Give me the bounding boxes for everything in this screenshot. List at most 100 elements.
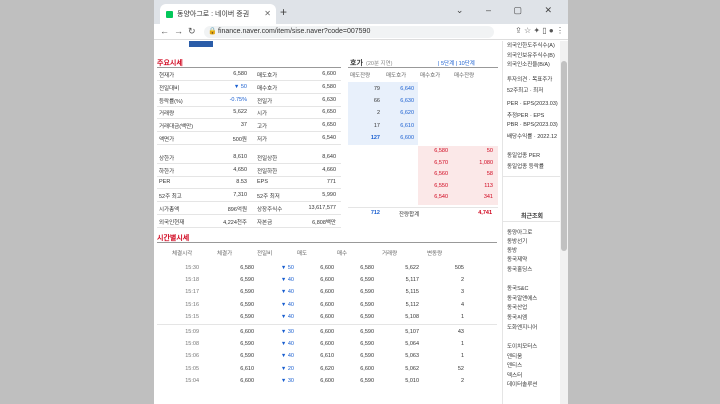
timeseries-cell: ▼ 40 bbox=[280, 341, 294, 348]
ask-price: 6,640 bbox=[400, 86, 414, 92]
summary-value: 5,990 bbox=[322, 192, 336, 199]
timeseries-cell: 15:08 bbox=[185, 341, 199, 348]
timeseries-cell: 6,580 bbox=[360, 265, 374, 271]
recent-item-link[interactable]: 동국산업 bbox=[507, 303, 527, 311]
recent-item-link[interactable]: 데이터솔루션 bbox=[507, 380, 537, 388]
row-divider bbox=[157, 226, 341, 228]
timeseries-cell: 6,590 bbox=[360, 377, 374, 384]
sidebar-stat-label[interactable]: 추정PER · EPS bbox=[507, 111, 544, 119]
summary-value: 500원 bbox=[232, 137, 247, 143]
timeseries-cell: 5,108 bbox=[405, 313, 419, 320]
timeseries-cell: 6,600 bbox=[360, 365, 374, 372]
sidebar-stat-label[interactable]: 외국인한도주식수(A) bbox=[507, 41, 555, 49]
timeseries-header: 전일비 bbox=[257, 251, 273, 257]
recent-item-link[interactable]: 동양아그로 bbox=[507, 228, 532, 236]
summary-label: 전일가 bbox=[257, 98, 273, 105]
lock-icon: 🔒 bbox=[208, 28, 217, 35]
bid-price: 6,540 bbox=[434, 194, 448, 201]
timeseries-cell: ▼ 40 bbox=[280, 277, 294, 284]
timeseries-header: 매도 bbox=[297, 251, 308, 257]
forward-icon[interactable]: → bbox=[174, 26, 183, 36]
timeseries-cell: 5,064 bbox=[405, 341, 419, 348]
page-scrollbar[interactable] bbox=[560, 41, 568, 404]
timeseries-cell: ▼ 40 bbox=[280, 301, 294, 308]
bid-price: 6,550 bbox=[434, 182, 448, 189]
recent-item-link[interactable]: 동국제약 bbox=[507, 255, 527, 263]
summary-label: 52주 최고 bbox=[159, 194, 182, 201]
timeseries-cell: 6,600 bbox=[320, 329, 334, 335]
summary-value: 6,600 bbox=[322, 71, 336, 77]
recent-item-link[interactable]: 도이치모터스 bbox=[507, 342, 537, 350]
timeseries-cell: 6,600 bbox=[320, 313, 334, 320]
timeseries-cell: 6,600 bbox=[320, 341, 334, 348]
recent-item-link[interactable]: 덴티움 bbox=[507, 352, 522, 360]
row-divider bbox=[157, 105, 341, 107]
timeseries-cell: 3 bbox=[460, 289, 464, 296]
timeseries-cell: 43 bbox=[457, 329, 464, 335]
page-content: 주요시세 현재가 6,580 매도호가 6,600 전일대비 ▼ 50 매수호가 6,580 등… bbox=[154, 41, 560, 404]
summary-label: 현재가 bbox=[159, 73, 175, 79]
sidebar-stat-label[interactable]: 투자의견 · 목표주가 bbox=[507, 75, 552, 83]
sidebar-stat-label[interactable]: 외국인보유주식수(B) bbox=[507, 51, 555, 59]
sidebar-stat-label[interactable]: 배당수익률 · 2022.12 bbox=[507, 132, 557, 140]
summary-label: 52주 최저 bbox=[257, 194, 280, 201]
bid-quantity: 1,080 bbox=[479, 159, 493, 166]
address-bar[interactable]: 🔒 finance.naver.com/item/sise.naver?code… bbox=[204, 26, 494, 38]
timeseries-cell: 6,590 bbox=[360, 329, 374, 335]
toolbar-icons[interactable]: ⇪ ☆ ✦ ▯ ● ⋮ bbox=[515, 26, 564, 35]
row-divider bbox=[157, 201, 341, 203]
sidebar-stat-label[interactable]: 동일업종 PER bbox=[507, 151, 540, 159]
new-tab-icon[interactable]: + bbox=[280, 5, 287, 19]
timeseries-cell: 52 bbox=[457, 365, 464, 372]
naver-favicon-icon bbox=[166, 10, 173, 18]
close-tab-icon[interactable]: ✕ bbox=[264, 9, 271, 18]
timeseries-cell: 6,590 bbox=[240, 313, 254, 320]
sidebar-stat-label[interactable]: PBR · BPS(2023.03) bbox=[507, 122, 558, 128]
bid-quantity: 113 bbox=[484, 182, 493, 189]
sidebar-stat-label[interactable]: 동일업종 등락률 bbox=[507, 162, 544, 170]
summary-value: ▼ 50 bbox=[233, 83, 247, 90]
back-icon[interactable]: ← bbox=[160, 26, 169, 36]
timeseries-cell: ▼ 30 bbox=[280, 377, 294, 384]
summary-value: 6,650 bbox=[322, 109, 336, 116]
ask-quantity: 17 bbox=[373, 122, 380, 129]
recent-item-link[interactable]: 동방 bbox=[507, 246, 517, 254]
scrollbar-thumb[interactable] bbox=[561, 61, 567, 251]
recent-item-link[interactable]: 동국알앤에스 bbox=[507, 294, 537, 302]
timeseries-cell: 5,117 bbox=[405, 277, 419, 284]
summary-value: 771 bbox=[326, 179, 336, 186]
ask-price: 6,600 bbox=[400, 134, 414, 141]
recent-item-link[interactable]: 덴티스 bbox=[507, 361, 522, 369]
timeseries-cell: 15:30 bbox=[185, 265, 199, 271]
sidebar-stat-label[interactable]: PER · EPS(2023.03) bbox=[507, 101, 558, 107]
timeseries-cell: 15:06 bbox=[185, 353, 199, 360]
orderbook-header: 매수호가 bbox=[420, 73, 441, 79]
recent-item-link[interactable]: 도화엔지니어 bbox=[507, 323, 537, 331]
orderbook-depth-links[interactable]: | 5단계 | 10단계 bbox=[438, 59, 475, 67]
total-ask: 712 bbox=[370, 210, 380, 216]
summary-label: 시가총액 bbox=[159, 207, 180, 213]
reload-icon[interactable]: ↻ bbox=[188, 26, 196, 37]
summary-label: 저가 bbox=[257, 137, 268, 143]
timeseries-cell: 6,590 bbox=[240, 353, 254, 360]
timeseries-cell: 5,112 bbox=[405, 301, 419, 308]
timeseries-cell: ▼ 40 bbox=[280, 313, 294, 320]
recent-item-link[interactable]: 동국S&C bbox=[507, 284, 528, 292]
orderbook-divider bbox=[348, 207, 498, 208]
summary-label: 자본금 bbox=[257, 219, 273, 226]
browser-tab[interactable]: 동양아그로 : 네이버 증권 ✕ bbox=[160, 4, 276, 24]
sidebar-stat-label[interactable]: 52주최고 · 최저 bbox=[507, 86, 543, 94]
window-controls[interactable]: ⌄ – ▢ ✕ bbox=[456, 5, 562, 16]
recent-item-link[interactable]: 덱스터 bbox=[507, 371, 522, 379]
summary-label: 전일대비 bbox=[159, 85, 180, 92]
recent-item-link[interactable]: 동방선기 bbox=[507, 237, 527, 245]
summary-label: 외국인현재 bbox=[159, 219, 185, 226]
summary-value: 37 bbox=[240, 122, 247, 129]
summary-value: 6,580 bbox=[233, 71, 247, 77]
tab-title: 동양아그로 : 네이버 증권 bbox=[177, 11, 250, 18]
row-divider bbox=[157, 162, 341, 164]
summary-value: 6,808백만 bbox=[312, 219, 336, 226]
recent-item-link[interactable]: 동국씨엠 bbox=[507, 313, 527, 321]
sidebar-stat-label[interactable]: 외국인소진율(B/A) bbox=[507, 60, 550, 68]
recent-item-link[interactable]: 동국홀딩스 bbox=[507, 265, 532, 273]
